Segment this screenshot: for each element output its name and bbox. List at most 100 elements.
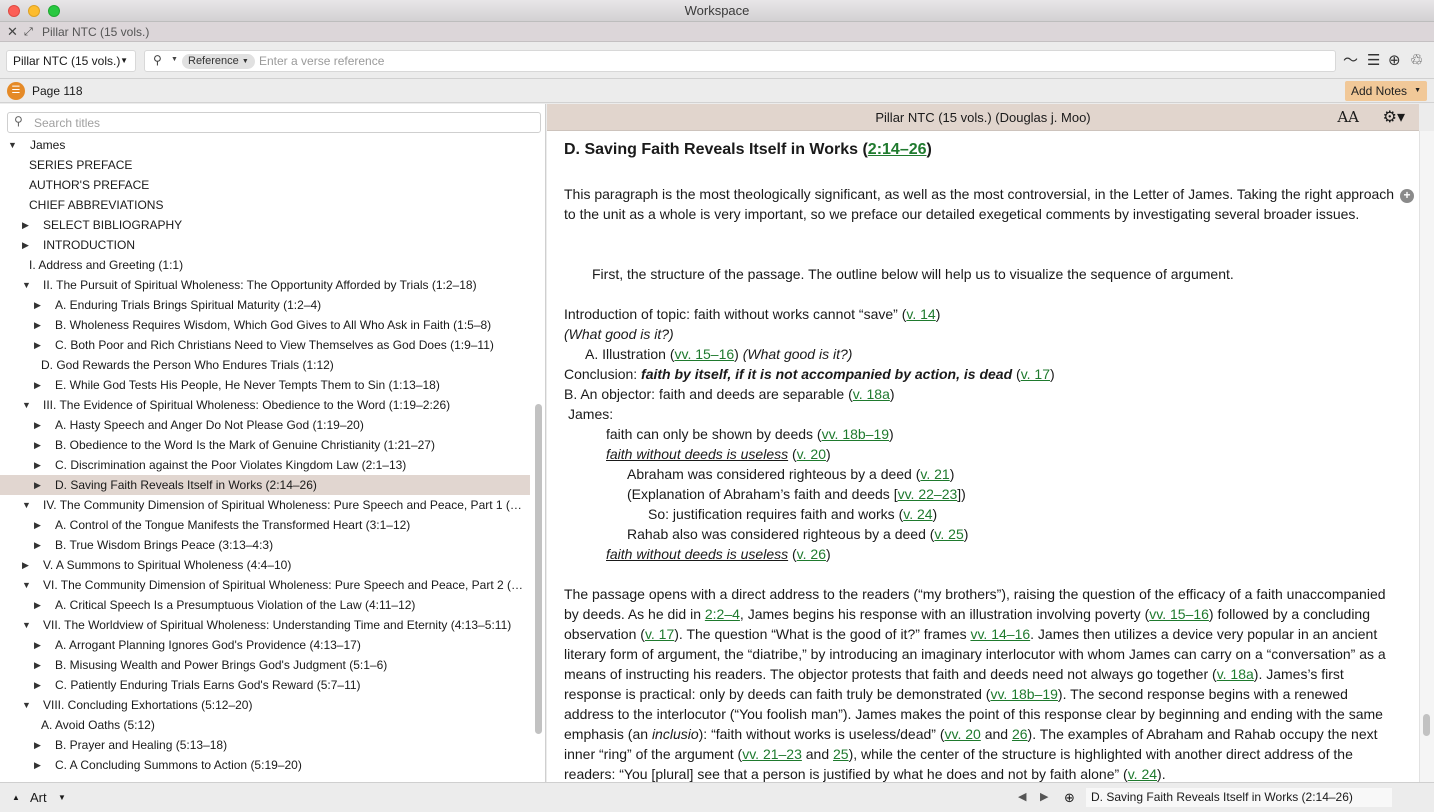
heading-verse-link[interactable]: 2:14–26 <box>868 141 927 158</box>
disclosure-closed-icon[interactable]: ▶ <box>34 755 44 775</box>
verse-link[interactable]: v. 20 <box>797 446 826 462</box>
search-titles-input[interactable] <box>34 115 534 130</box>
disclosure-closed-icon[interactable]: ▶ <box>22 235 32 255</box>
verse-link[interactable]: vv. 18b–19 <box>990 686 1057 702</box>
tab-title[interactable]: Pillar NTC (15 vols.) <box>42 22 149 42</box>
disclosure-closed-icon[interactable]: ▶ <box>34 435 44 455</box>
verse-link[interactable]: 25 <box>833 746 849 762</box>
disclosure-open-icon[interactable]: ▼ <box>22 395 32 415</box>
add-note-icon[interactable]: + <box>1400 189 1414 203</box>
verse-link[interactable]: 2:2–4 <box>705 606 740 622</box>
expand-icon[interactable]: ⤢ <box>24 22 33 42</box>
toc-item[interactable]: A. Avoid Oaths (5:12) <box>0 715 530 735</box>
forward-icon[interactable]: ▶ <box>1040 783 1048 812</box>
search-type-pill[interactable]: Reference ▼ <box>182 54 255 69</box>
toc-item[interactable]: ▶ A. Arrogant Planning Ignores God's Prov… <box>0 635 530 655</box>
disclosure-closed-icon[interactable]: ▶ <box>22 555 32 575</box>
disclosure-open-icon[interactable]: ▼ <box>22 575 32 595</box>
disclosure-open-icon[interactable]: ▼ <box>22 275 32 295</box>
close-icon[interactable]: ✕ <box>7 22 18 42</box>
zoom-window-button[interactable] <box>48 5 60 17</box>
verse-link[interactable]: v. 17 <box>1021 366 1050 382</box>
toc-item[interactable]: AUTHOR'S PREFACE <box>0 175 530 195</box>
recycle-icon[interactable]: ♲ <box>1410 52 1423 70</box>
back-icon[interactable]: ◀ <box>1018 783 1026 812</box>
toc-item[interactable]: ▶ B. Prayer and Healing (5:13–18) <box>0 735 530 755</box>
disclosure-closed-icon[interactable]: ▶ <box>34 315 44 335</box>
toc-scrollbar[interactable] <box>535 404 542 734</box>
toc-item[interactable]: ▼ VIII. Concluding Exhortations (5:12–20) <box>0 695 530 715</box>
verse-link[interactable]: v. 25 <box>934 526 963 542</box>
toc-item[interactable]: ▼ VI. The Community Dimension of Spiritua… <box>0 575 530 595</box>
disclosure-closed-icon[interactable]: ▶ <box>34 655 44 675</box>
verse-link[interactable]: vv. 21–23 <box>742 746 802 762</box>
globe-icon[interactable]: ⊕ <box>1064 783 1075 812</box>
disclosure-closed-icon[interactable]: ▶ <box>34 475 44 495</box>
add-notes-button[interactable]: Add Notes ▼ <box>1345 81 1427 101</box>
verse-link[interactable]: v. 17 <box>645 626 674 642</box>
verse-link[interactable]: v. 18a <box>1217 666 1254 682</box>
disclosure-closed-icon[interactable]: ▶ <box>34 535 44 555</box>
verse-link[interactable]: v. 14 <box>906 306 935 322</box>
verse-link[interactable]: vv. 22–23 <box>898 486 958 502</box>
verse-reference-input[interactable] <box>259 53 1329 69</box>
toc-item[interactable]: ▶ E. While God Tests His People, He Never… <box>0 375 530 395</box>
disclosure-closed-icon[interactable]: ▶ <box>34 735 44 755</box>
font-size-button[interactable]: AA <box>1337 104 1359 131</box>
chevron-up-icon[interactable]: ▲ <box>12 783 20 812</box>
mode-label[interactable]: Art <box>30 783 47 812</box>
toc-item[interactable]: ▶ B. True Wisdom Brings Peace (3:13–4:3) <box>0 535 530 555</box>
disclosure-open-icon[interactable]: ▼ <box>22 495 32 515</box>
minimize-window-button[interactable] <box>28 5 40 17</box>
chevron-down-icon[interactable]: ▼ <box>171 56 178 63</box>
toc-item[interactable]: ▶ B. Misusing Wealth and Power Brings God… <box>0 655 530 675</box>
toc-toggle-icon[interactable]: ☰ <box>7 82 25 100</box>
verse-link[interactable]: v. 21 <box>920 466 949 482</box>
toc-item[interactable]: ▶ B. Wholeness Requires Wisdom, Which God… <box>0 315 530 335</box>
reader-scrollbar-track[interactable] <box>1419 131 1434 782</box>
toc-item[interactable]: ▶ B. Obedience to the Word Is the Mark of… <box>0 435 530 455</box>
verse-link[interactable]: vv. 15–16 <box>674 346 734 362</box>
toc-item[interactable]: ▶ C. A Concluding Summons to Action (5:19… <box>0 755 530 775</box>
toc-item[interactable]: SERIES PREFACE <box>0 155 530 175</box>
disclosure-closed-icon[interactable]: ▶ <box>34 595 44 615</box>
disclosure-closed-icon[interactable]: ▶ <box>34 455 44 475</box>
toc-item[interactable]: I. Address and Greeting (1:1) <box>0 255 530 275</box>
toc-item[interactable]: ▶ V. A Summons to Spiritual Wholeness (4:… <box>0 555 530 575</box>
disclosure-open-icon[interactable]: ▼ <box>22 695 32 715</box>
parallel-icon[interactable]: 〜 <box>1343 52 1358 70</box>
disclosure-closed-icon[interactable]: ▶ <box>34 415 44 435</box>
chevron-down-icon[interactable]: ▼ <box>58 783 66 812</box>
toc-item[interactable]: ▼ III. The Evidence of Spiritual Wholenes… <box>0 395 530 415</box>
verse-link[interactable]: v. 24 <box>903 506 932 522</box>
disclosure-closed-icon[interactable]: ▶ <box>34 675 44 695</box>
toc-item[interactable]: ▶ D. Saving Faith Reveals Itself in Works… <box>0 475 530 495</box>
toc-item[interactable]: ▶ C. Patiently Enduring Trials Earns God'… <box>0 675 530 695</box>
toc-item[interactable]: ▶ SELECT BIBLIOGRAPHY <box>0 215 530 235</box>
verse-link[interactable]: 26 <box>1012 726 1028 742</box>
toc-item[interactable]: ▼ VII. The Worldview of Spiritual Wholene… <box>0 615 530 635</box>
disclosure-closed-icon[interactable]: ▶ <box>34 375 44 395</box>
location-field[interactable]: D. Saving Faith Reveals Itself in Works … <box>1086 788 1392 807</box>
toc-item[interactable]: ▼ IV. The Community Dimension of Spiritua… <box>0 495 530 515</box>
verse-link[interactable]: vv. 18b–19 <box>822 426 889 442</box>
verse-link[interactable]: v. 18a <box>853 386 890 402</box>
toc-item[interactable]: ▶ C. Both Poor and Rich Christians Need t… <box>0 335 530 355</box>
disclosure-closed-icon[interactable]: ▶ <box>34 515 44 535</box>
gear-icon[interactable]: ⚙▾ <box>1383 104 1405 131</box>
verse-link[interactable]: v. 24 <box>1128 766 1157 782</box>
verse-link[interactable]: v. 26 <box>797 546 826 562</box>
search-icon[interactable]: ⚲ <box>153 53 162 67</box>
reader-scrollbar-thumb[interactable] <box>1423 714 1430 736</box>
disclosure-closed-icon[interactable]: ▶ <box>34 335 44 355</box>
verse-link[interactable]: vv. 14–16 <box>970 626 1030 642</box>
toc-item[interactable]: ▶ A. Critical Speech Is a Presumptuous Vi… <box>0 595 530 615</box>
disclosure-open-icon[interactable]: ▼ <box>8 135 18 155</box>
disclosure-closed-icon[interactable]: ▶ <box>22 215 32 235</box>
add-icon[interactable]: ⊕ <box>1388 52 1401 70</box>
toc-item[interactable]: ▼ James <box>0 135 530 155</box>
toc-item[interactable]: D. God Rewards the Person Who Endures Tr… <box>0 355 530 375</box>
toc-item[interactable]: ▼ II. The Pursuit of Spiritual Wholeness:… <box>0 275 530 295</box>
disclosure-closed-icon[interactable]: ▶ <box>34 635 44 655</box>
disclosure-closed-icon[interactable]: ▶ <box>34 295 44 315</box>
